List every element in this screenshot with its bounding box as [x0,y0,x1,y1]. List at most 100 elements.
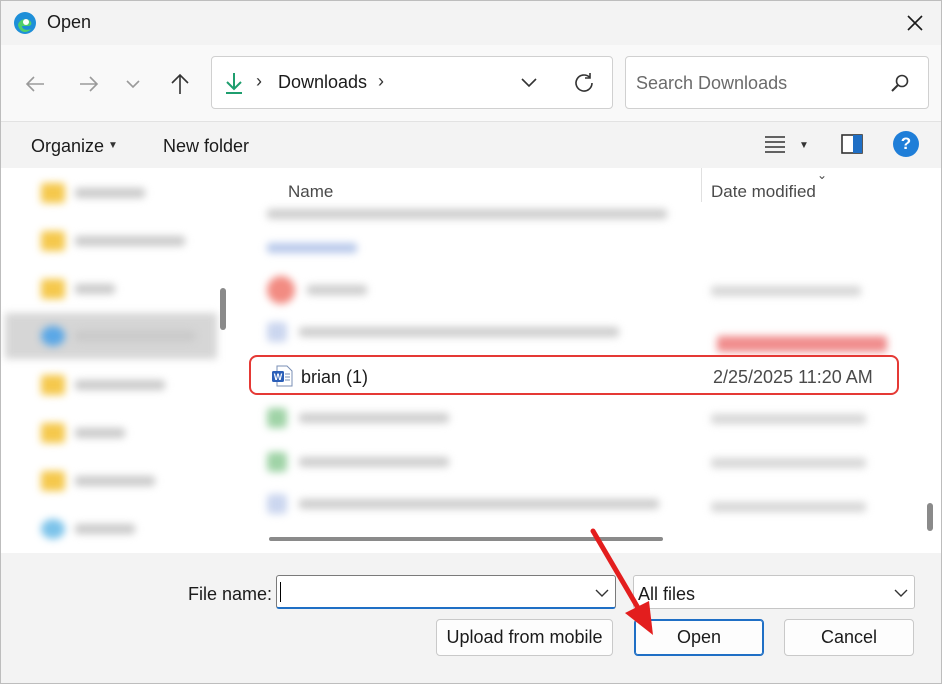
help-icon[interactable]: ? [893,131,919,157]
blurred-label [75,284,115,294]
refresh-icon [575,73,593,92]
column-header-date-modified[interactable]: Date modified [711,182,816,202]
blurred-date [711,502,866,512]
file-name-input[interactable] [276,575,616,609]
file-type-value: All files [638,584,696,604]
list-item[interactable] [267,276,367,304]
word-document-icon: W [272,365,293,387]
title-bar: Open [1,1,941,45]
blurred-label [299,457,449,467]
nav-tree-item[interactable] [41,466,155,496]
folder-icon [41,279,65,299]
folder-icon [41,423,65,443]
navigation-bar: › Downloads › Search Downloads [1,45,941,121]
blurred-label [307,285,367,295]
horizontal-scrollbar[interactable] [269,537,663,541]
nav-tree-item[interactable] [41,370,165,400]
organize-button[interactable]: Organize [31,136,104,157]
search-icon[interactable] [888,71,912,95]
nav-tree-item[interactable] [41,274,115,304]
nav-tree-item[interactable] [41,418,125,448]
folder-icon [41,231,65,251]
blurred-label [75,188,145,198]
breadcrumb-separator[interactable]: › [378,71,384,92]
search-input[interactable]: Search Downloads [625,56,929,109]
nav-tree-item[interactable] [41,226,185,256]
up-button[interactable] [162,67,198,101]
file-type-dropdown[interactable] [892,584,910,602]
new-folder-button[interactable]: New folder [163,136,249,157]
file-row-highlighted[interactable]: W brian (1) 2/25/2025 11:20 AM [249,355,899,395]
column-divider[interactable] [701,168,702,202]
window-title: Open [47,12,92,32]
address-history-dropdown[interactable] [516,71,542,95]
file-icon [267,452,287,472]
search-placeholder: Search Downloads [636,73,788,93]
blurred-label [75,236,185,246]
breadcrumb-separator: › [256,71,262,91]
open-button[interactable]: Open [634,619,764,656]
list-item[interactable] [267,404,449,432]
nav-tree-item[interactable] [41,514,135,544]
dialog-footer: File name: All files Upload from mobile … [1,553,941,683]
blurred-label [75,476,155,486]
sort-indicator-icon: ⌄ [817,168,828,182]
blurred-date [711,414,866,424]
blurred-date [711,458,866,468]
blurred-label [299,499,659,509]
list-item[interactable] [267,234,357,262]
file-name-dropdown[interactable] [593,584,611,602]
cancel-button[interactable]: Cancel [784,619,914,656]
download-icon [226,73,242,94]
file-type-select[interactable]: All files [633,575,915,609]
list-item[interactable] [267,448,449,476]
blurred-label [75,428,125,438]
file-icon [267,408,287,428]
view-list-icon[interactable] [763,134,787,156]
chevron-down-icon [894,589,908,597]
blurred-label [299,413,449,423]
file-icon [267,276,295,304]
column-header-name[interactable]: Name [288,182,333,202]
blurred-label [75,331,195,341]
edge-icon [14,12,36,34]
drive-icon [41,326,65,346]
refresh-button[interactable] [569,69,599,97]
back-button[interactable] [17,67,53,101]
content-area: Name Date modified ⌄ W brian (1) 2/25/20… [1,168,941,553]
nav-tree-item[interactable] [41,321,195,351]
upload-from-mobile-button[interactable]: Upload from mobile [436,619,613,656]
navigation-pane[interactable] [1,168,237,553]
address-bar[interactable]: › Downloads › [211,56,613,109]
list-item[interactable] [267,318,619,346]
arrow-up-icon [171,73,189,94]
open-file-dialog: Open › Downloads › Search Downloads Orga… [0,0,942,684]
command-bar: Organize ▼ New folder ▼ ? [1,121,941,168]
file-name: brian (1) [301,367,369,387]
breadcrumb-downloads[interactable]: Downloads [278,72,367,93]
text-cursor [280,582,281,602]
folder-icon [41,375,65,395]
list-item[interactable] [267,200,667,228]
blurred-label [267,243,357,253]
file-icon [267,322,287,342]
close-button[interactable] [891,5,939,41]
file-date-modified: 2/25/2025 11:20 AM [713,367,873,387]
blurred-date [711,286,861,296]
blurred-date [717,336,887,352]
caret-down-icon[interactable]: ▼ [108,140,118,151]
nav-tree-item[interactable] [41,178,145,208]
folder-icon [41,471,65,491]
navigation-scrollbar[interactable] [220,288,226,330]
file-name-label: File name: [188,584,273,604]
list-item[interactable] [267,490,659,518]
chevron-down-icon [126,80,140,89]
vertical-scrollbar[interactable] [927,503,933,531]
blurred-label [267,209,667,219]
svg-text:W: W [274,372,283,382]
caret-down-icon[interactable]: ▼ [799,140,809,151]
file-list: Name Date modified ⌄ W brian (1) 2/25/20… [237,168,927,553]
recent-locations-button[interactable] [115,67,151,101]
preview-pane-icon[interactable] [841,134,863,154]
forward-button[interactable] [71,67,107,101]
